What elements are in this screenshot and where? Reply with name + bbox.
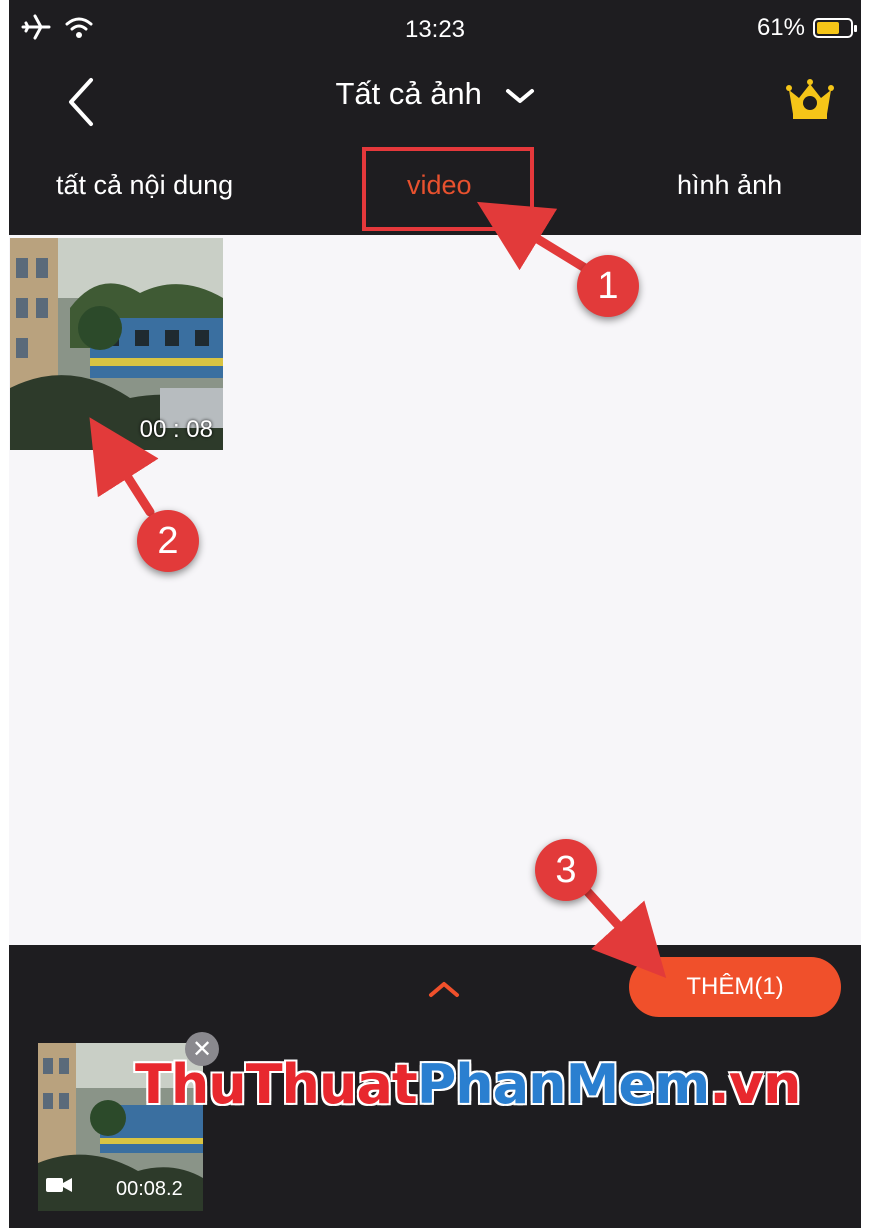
chevron-down-icon [505,78,535,114]
chevron-up-icon [429,982,459,997]
watermark-part-3: .vn [709,1053,801,1116]
selected-clip-duration: 00:08.2 [116,1178,183,1200]
annotation-highlight-box [362,147,534,231]
battery-percent: 61% [756,14,805,41]
annotation-badge-3: 3 [535,839,597,901]
status-bar: 13:23 61% [9,0,861,62]
video-duration: 00 : 08 [139,416,213,443]
annotation-badge-2: 2 [137,510,199,572]
album-selector[interactable]: Tất cả ảnh [9,76,861,114]
premium-crown-button[interactable] [785,76,835,122]
video-thumbnail[interactable]: 00 : 08 [10,238,223,450]
watermark-part-2: PhanMem [416,1053,711,1116]
watermark-part-1: ThuThuat [135,1053,418,1116]
annotation-badge-1: 1 [577,255,639,317]
watermark-logo: ThuThuatPhanMem.vn [135,1053,801,1116]
battery-icon [813,18,857,38]
expand-panel-button[interactable] [427,978,461,1000]
tab-all-content[interactable]: tất cả nội dung [56,170,233,201]
app-screen: 13:23 61% Tất cả ảnh tất cả nội dung vid… [9,0,861,1228]
media-grid: 00 : 08 [9,235,861,945]
add-button[interactable]: THÊM(1) [629,957,841,1017]
page-title: Tất cả ảnh [335,76,482,111]
tab-images[interactable]: hình ảnh [677,170,782,201]
nav-bar: Tất cả ảnh [9,62,861,142]
status-right: 61% [756,14,857,42]
video-camera-icon [46,1177,72,1198]
selection-panel: THÊM(1) 00:08.2 ✕ ThuThuatPhanMem.vn [9,945,861,1228]
crown-icon [786,79,834,119]
status-time: 13:23 [404,16,466,43]
